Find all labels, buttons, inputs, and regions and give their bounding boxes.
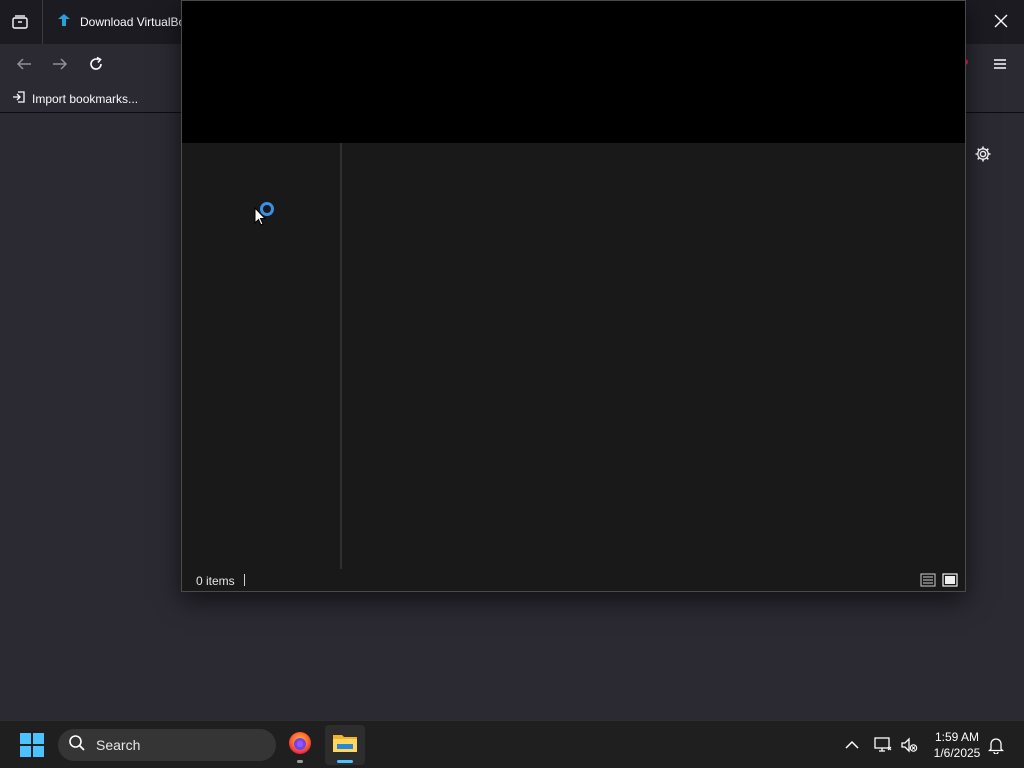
running-indicator: [297, 760, 303, 763]
taskbar-firefox[interactable]: [280, 725, 320, 765]
network-icon[interactable]: [873, 735, 893, 755]
list-all-tabs-icon[interactable]: [8, 10, 32, 34]
hamburger-menu-icon[interactable]: [988, 52, 1012, 76]
arrow-left-icon[interactable]: [12, 52, 36, 76]
mouse-pointer-icon: [254, 206, 267, 232]
status-bar: 0 items: [182, 569, 965, 591]
speaker-muted-icon[interactable]: [899, 735, 919, 755]
tab-title: Download VirtualBo: [80, 15, 186, 29]
gear-icon[interactable]: [972, 143, 994, 165]
status-cursor: [244, 574, 245, 586]
taskbar-search[interactable]: Search: [58, 729, 276, 761]
import-bookmarks-button[interactable]: Import bookmarks...: [12, 90, 138, 107]
close-icon[interactable]: [990, 10, 1012, 32]
system-clock[interactable]: 1:59 AM 1/6/2025: [928, 729, 986, 761]
taskbar-file-explorer[interactable]: [325, 725, 365, 765]
import-icon: [12, 90, 26, 107]
search-label: Search: [96, 737, 141, 753]
reload-icon[interactable]: [84, 52, 108, 76]
windows-start-icon[interactable]: [20, 733, 44, 757]
explorer-header: [182, 1, 965, 143]
import-bookmarks-label: Import bookmarks...: [32, 91, 139, 106]
taskbar: Search 1:59 AM 1/6/2025: [0, 720, 1024, 768]
file-explorer-icon: [332, 732, 358, 759]
search-icon: [68, 734, 86, 757]
details-view-icon[interactable]: [920, 572, 936, 588]
tab-download-virtualbox[interactable]: Download VirtualBo: [48, 4, 198, 40]
file-explorer-window[interactable]: 0 items: [181, 0, 966, 592]
active-indicator: [337, 760, 353, 763]
clock-date: 1/6/2025: [933, 746, 981, 760]
bell-icon[interactable]: [986, 735, 1006, 755]
content-pane[interactable]: [342, 143, 965, 569]
item-count: 0 items: [196, 574, 235, 588]
clock-time: 1:59 AM: [934, 730, 980, 744]
chevron-up-icon[interactable]: [842, 735, 862, 755]
large-icons-view-icon[interactable]: [942, 572, 958, 588]
virtualbox-download-icon: [56, 12, 72, 33]
arrow-right-icon[interactable]: [48, 52, 72, 76]
firefox-icon: [287, 730, 313, 761]
tab-separator: [42, 0, 43, 44]
